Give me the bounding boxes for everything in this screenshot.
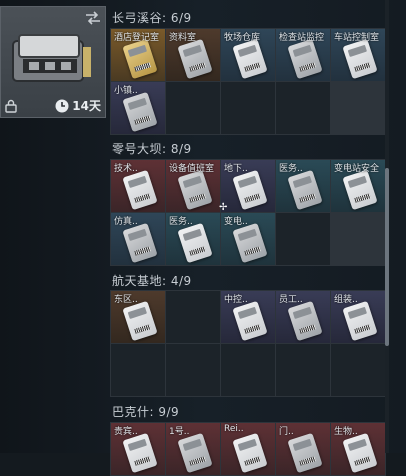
keycard-icon — [342, 300, 378, 342]
section-title-dam: 零号大坝: 8/9 — [112, 142, 192, 156]
keycard-slot[interactable]: 医务.. — [276, 160, 330, 212]
section-title-bakesh: 巴克什: 9/9 — [112, 405, 180, 419]
empty-slot[interactable] — [331, 344, 385, 396]
keycard-slot[interactable]: 变电.. — [221, 213, 275, 265]
sort-icon[interactable] — [85, 11, 101, 25]
keycard-slot[interactable]: 变电站安全 — [331, 160, 385, 212]
keycard-slot[interactable]: 员工.. — [276, 291, 330, 343]
empty-slot[interactable] — [111, 344, 165, 396]
expiry-timer-text: 14天 — [72, 99, 101, 113]
keycard-label: 设备值班室 — [169, 164, 215, 174]
empty-slot[interactable] — [276, 82, 330, 134]
keycard-label: 仿真.. — [114, 217, 138, 227]
keycard-slot[interactable]: 车站控制室 — [331, 29, 385, 81]
keycard-label: 中控.. — [224, 295, 248, 305]
empty-slot[interactable] — [221, 344, 275, 396]
keycard-slot[interactable]: 中控.. — [221, 291, 275, 343]
empty-slot[interactable] — [276, 213, 330, 265]
empty-slot[interactable] — [166, 291, 220, 343]
keycard-slot[interactable]: 东区.. — [111, 291, 165, 343]
keycard-label: 地下.. — [224, 164, 248, 174]
empty-slot[interactable] — [221, 82, 275, 134]
empty-slot[interactable] — [276, 344, 330, 396]
keycard-grid-dam: 技术.. 设备值班室 地下.. 医务.. 变电站安全仿真.. 医务.. 变电.. — [110, 159, 386, 266]
keycard-label: 检查站监控 — [279, 33, 325, 43]
section-title-aerospace: 航天基地: 4/9 — [112, 274, 192, 288]
keycard-label: 贵宾.. — [114, 427, 138, 437]
keycard-case-image — [12, 34, 91, 82]
keycard-label: Rei.. — [224, 424, 244, 434]
empty-slot[interactable] — [166, 344, 220, 396]
keycard-icon — [122, 300, 158, 342]
keycard-icon — [122, 38, 158, 80]
section-title-changgong: 长弓溪谷: 6/9 — [112, 11, 192, 25]
keycard-slot[interactable]: 资料室 — [166, 29, 220, 81]
keycard-slot[interactable]: 贵宾.. — [111, 423, 165, 475]
keycard-slot[interactable]: 设备值班室 — [166, 160, 220, 212]
keycard-label: 东区.. — [114, 295, 138, 305]
keycard-label: 门.. — [279, 427, 294, 437]
keycard-label: 1号.. — [169, 427, 190, 437]
keycard-label: 组装.. — [334, 295, 358, 305]
keycard-slot[interactable]: Rei.. — [221, 423, 275, 475]
keycard-slot[interactable]: 牧场仓库 — [221, 29, 275, 81]
keycard-icon — [232, 222, 268, 264]
keycard-slot[interactable]: 组装.. — [331, 291, 385, 343]
keycard-label: 生物.. — [334, 427, 358, 437]
mouse-cursor-icon: ✢ — [219, 202, 228, 213]
lock-icon — [5, 99, 17, 113]
clock-icon — [55, 99, 69, 112]
keycard-icon — [232, 38, 268, 80]
keycard-icon — [177, 169, 213, 211]
keycard-icon — [287, 432, 323, 474]
keycard-slot[interactable]: 门.. — [276, 423, 330, 475]
expiry-timer: 14天 — [55, 97, 101, 114]
keycard-label: 酒店登记室 — [114, 33, 160, 43]
keycard-icon — [342, 169, 378, 211]
keycard-icon — [177, 432, 213, 474]
keycard-slot[interactable]: 地下.. — [221, 160, 275, 212]
keycard-label: 变电.. — [224, 217, 248, 227]
keycard-icon — [232, 300, 268, 342]
keycard-label: 技术.. — [114, 164, 138, 174]
keycard-grid-aerospace: 东区.. 中控.. 员工.. 组装.. — [110, 290, 386, 397]
keycard-icon — [177, 222, 213, 264]
keycard-slot[interactable]: 仿真.. — [111, 213, 165, 265]
keycard-icon — [122, 222, 158, 264]
keycard-icon — [232, 432, 268, 474]
keycard-label: 变电站安全 — [334, 164, 380, 174]
keycard-icon — [342, 38, 378, 80]
keycard-icon — [287, 300, 323, 342]
keycard-icon — [342, 432, 378, 474]
keycard-icon — [122, 432, 158, 474]
keycard-label: 车站控制室 — [334, 33, 380, 43]
keycard-icon — [122, 169, 158, 211]
keycard-slot[interactable]: 生物.. — [331, 423, 385, 475]
keycard-grid-bakesh: 贵宾.. 1号.. Rei.. 门.. 生物.. — [110, 422, 386, 476]
keycard-slot[interactable]: 1号.. — [166, 423, 220, 475]
keycard-icon — [232, 169, 268, 211]
keycard-slot[interactable]: 技术.. — [111, 160, 165, 212]
keycard-slot[interactable]: 医务.. — [166, 213, 220, 265]
keycard-label: 资料室 — [169, 33, 197, 43]
keycard-case-slot[interactable]: 14天 — [0, 6, 106, 118]
keycard-grid-changgong: 酒店登记室 资料室 牧场仓库 检查站监控 车站控制室小镇.. — [110, 28, 386, 135]
keycard-label: 员工.. — [279, 295, 303, 305]
keycard-label: 医务.. — [279, 164, 303, 174]
keycard-slot[interactable]: 小镇.. — [111, 82, 165, 134]
keycard-icon — [287, 169, 323, 211]
keycard-label: 牧场仓库 — [224, 33, 261, 43]
keycard-inventory-panel: 14天 长弓溪谷: 6/9 零号大坝: 8/9 航天基地: 4/9 巴克什: 9… — [0, 0, 406, 476]
keycard-icon — [177, 38, 213, 80]
keycard-label: 医务.. — [169, 217, 193, 227]
keycard-icon — [287, 38, 323, 80]
keycard-label: 小镇.. — [114, 86, 138, 96]
keycard-slot[interactable]: 检查站监控 — [276, 29, 330, 81]
scrollbar-thumb[interactable] — [385, 168, 389, 346]
empty-slot[interactable] — [166, 82, 220, 134]
keycard-icon — [122, 91, 158, 133]
keycard-slot[interactable]: 酒店登记室 — [111, 29, 165, 81]
